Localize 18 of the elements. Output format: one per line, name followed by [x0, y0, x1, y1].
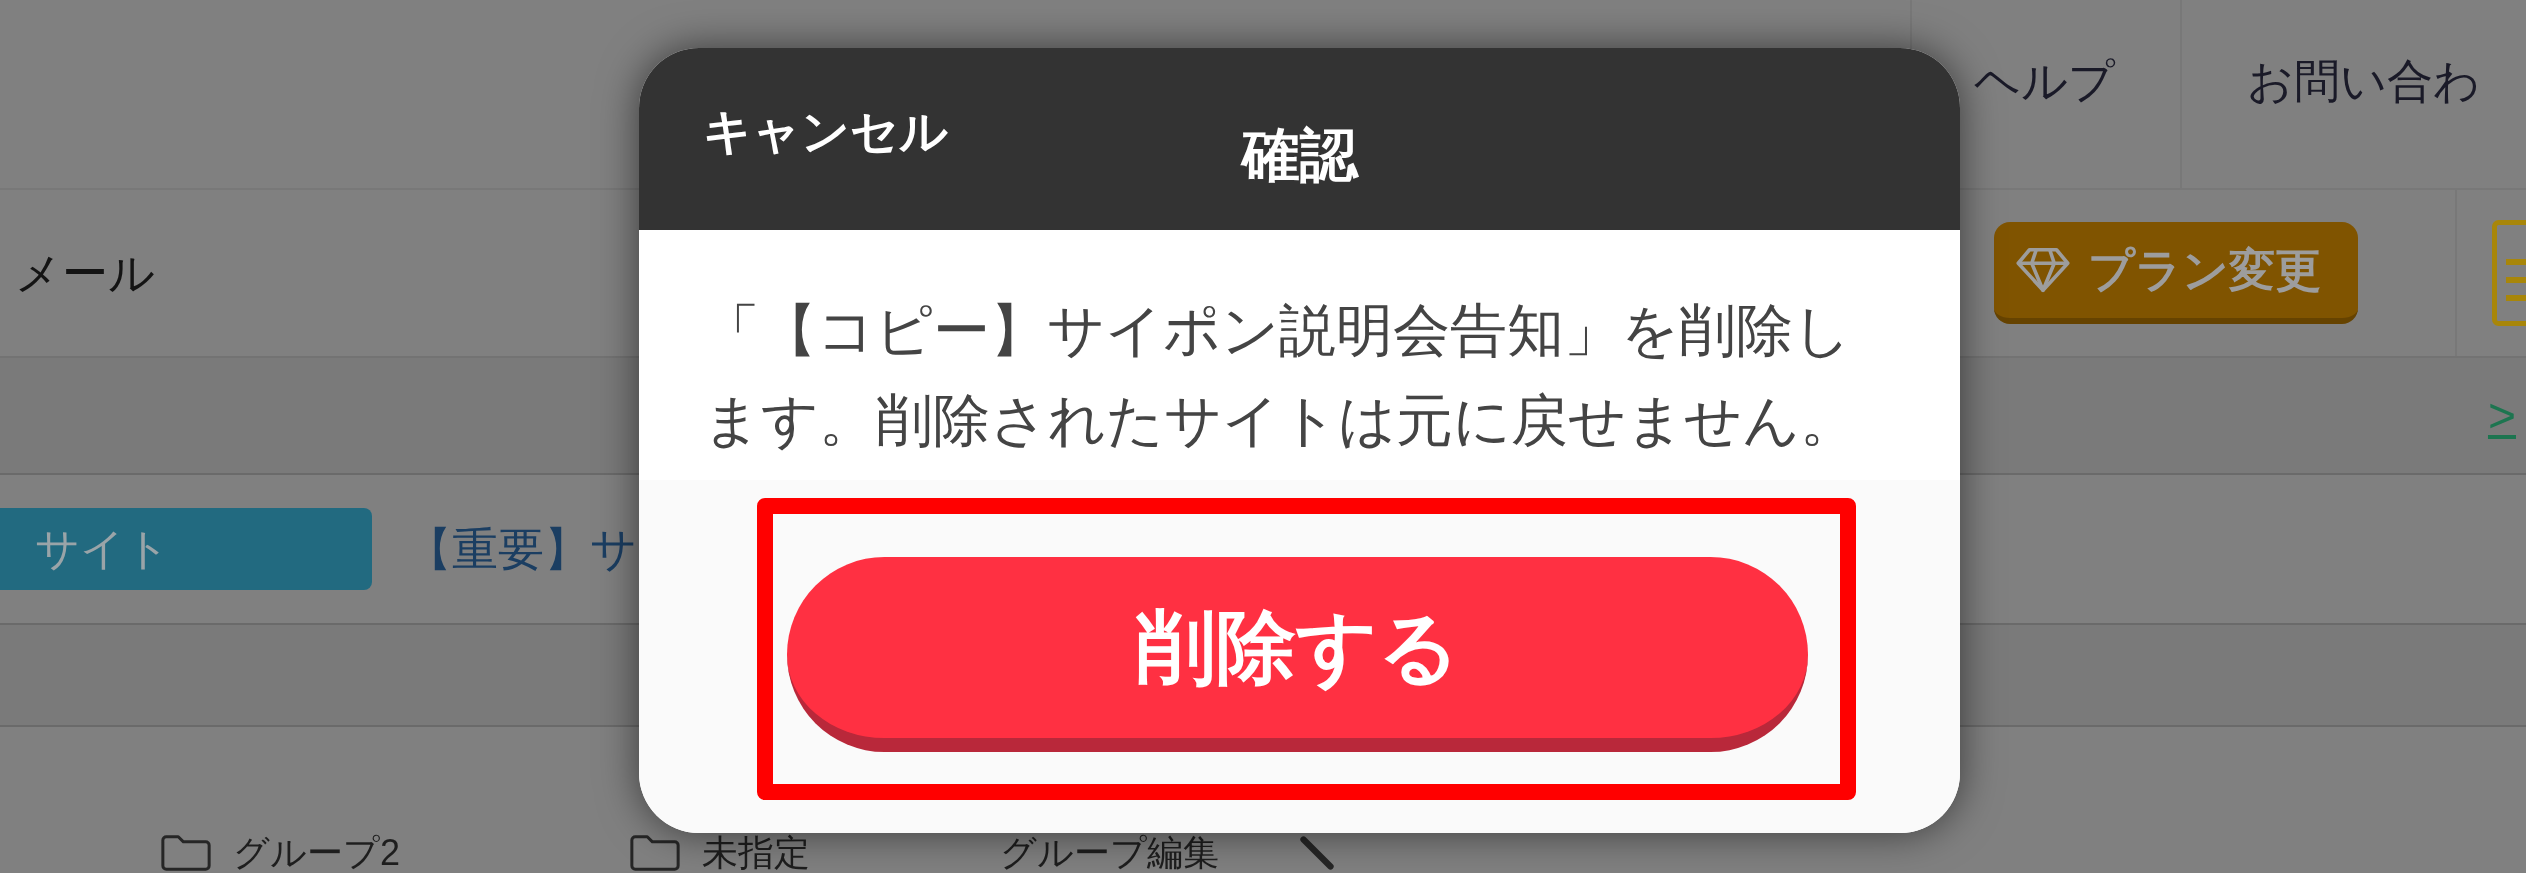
folder-icon: [161, 835, 211, 871]
folder-icon: [630, 835, 680, 871]
delete-button[interactable]: 削除する: [787, 557, 1808, 752]
edit-groups-link[interactable]: グループ編集: [1000, 835, 1335, 871]
diamond-icon: [2016, 247, 2070, 293]
group-folder-tab[interactable]: グループ2: [161, 835, 401, 871]
dialog-message: 「【コピー】サイポン説明会告知」を削除します。削除されたサイトは元に戻せません。: [703, 297, 1858, 454]
pencil-icon: [1299, 835, 1335, 871]
document-icon[interactable]: [2492, 220, 2526, 326]
cancel-button[interactable]: キャンセル: [703, 108, 948, 156]
category-badge: サイト: [0, 508, 372, 590]
group-folder-tab[interactable]: 未指定: [630, 835, 810, 871]
section-title: メール: [15, 250, 155, 296]
plan-change-button[interactable]: プラン変更: [1994, 222, 2358, 324]
nav-link[interactable]: ヘルプ: [1974, 58, 2180, 104]
site-title-link[interactable]: 【重要】サ: [406, 526, 637, 572]
nav-link[interactable]: お問い合わ: [2247, 58, 2526, 104]
dialog-title: 確認: [1241, 126, 1358, 184]
